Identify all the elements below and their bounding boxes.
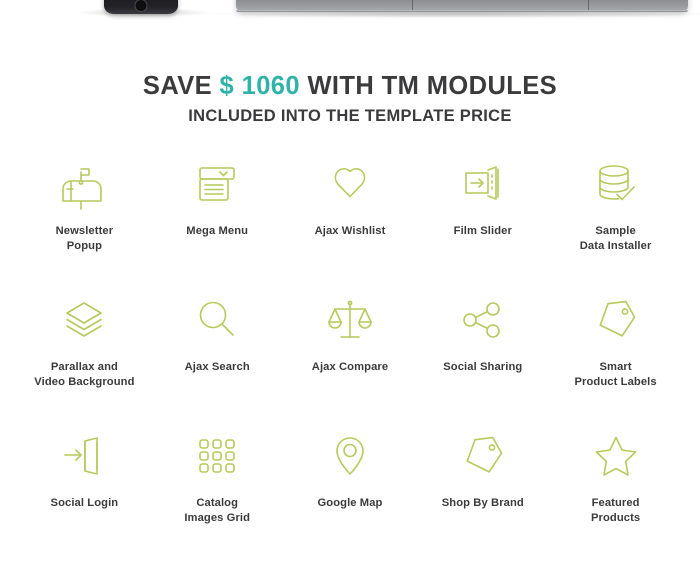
headline-prefix: SAVE xyxy=(142,72,220,100)
feature-item[interactable]: Smart Product Labels xyxy=(549,293,682,429)
feature-label: Ajax Search xyxy=(184,361,250,374)
feature-item[interactable]: Film Slider xyxy=(416,157,549,293)
feature-item[interactable]: Social Login xyxy=(18,429,151,565)
feature-label: Social Sharing xyxy=(443,361,523,374)
feature-item[interactable]: Mega Menu xyxy=(151,157,284,293)
modules-feature-grid: Newsletter Popup Mega Menu Ajax Wishlist Fi… xyxy=(0,157,700,565)
map-pin-icon xyxy=(323,429,377,483)
feature-item[interactable]: Ajax Compare xyxy=(284,293,417,429)
layers-icon xyxy=(57,293,111,347)
mailbox-icon xyxy=(57,157,111,211)
headline-price-accent: $ 1060 xyxy=(219,72,300,100)
promo-heading-block: SAVE $ 1060 WITH TM MODULES INCLUDED INT… xyxy=(0,72,700,126)
feature-item[interactable]: Parallax and Video Background xyxy=(18,293,151,429)
tablet-edge-highlight xyxy=(236,10,688,12)
share-nodes-icon xyxy=(456,293,510,347)
star-icon xyxy=(589,429,643,483)
feature-item[interactable]: Ajax Wishlist xyxy=(284,157,417,293)
headline-suffix: WITH TM MODULES xyxy=(299,72,558,100)
device-showcase-strip xyxy=(0,0,700,46)
feature-label: Featured Products xyxy=(590,497,641,524)
feature-label: Sample Data Installer xyxy=(579,225,652,252)
grid-squares-icon xyxy=(190,429,244,483)
login-door-icon xyxy=(57,429,111,483)
smartphone-bottom-edge xyxy=(104,0,178,14)
tag-icon xyxy=(456,429,510,483)
feature-label: Shop By Brand xyxy=(441,497,524,510)
feature-label: Smart Product Labels xyxy=(574,361,657,388)
feature-label: Newsletter Popup xyxy=(55,225,114,252)
slider-arrow-icon xyxy=(456,157,510,211)
feature-item[interactable]: Social Sharing xyxy=(416,293,549,429)
tablet-bottom-edge xyxy=(236,0,688,12)
feature-item[interactable]: Catalog Images Grid xyxy=(151,429,284,565)
feature-item[interactable]: Shop By Brand xyxy=(416,429,549,565)
feature-item[interactable]: Google Map xyxy=(284,429,417,565)
page-title: SAVE $ 1060 WITH TM MODULES xyxy=(0,72,700,100)
feature-item[interactable]: Newsletter Popup xyxy=(18,157,151,293)
feature-label: Parallax and Video Background xyxy=(34,361,135,388)
feature-item[interactable]: Sample Data Installer xyxy=(549,157,682,293)
feature-label: Ajax Compare xyxy=(311,361,389,374)
feature-label: Catalog Images Grid xyxy=(184,497,251,524)
page-subtitle: INCLUDED INTO THE TEMPLATE PRICE xyxy=(188,107,512,126)
balance-scales-icon xyxy=(323,293,377,347)
magnifier-icon xyxy=(190,293,244,347)
feature-label: Film Slider xyxy=(453,225,512,238)
feature-item[interactable]: Featured Products xyxy=(549,429,682,565)
database-check-icon xyxy=(589,157,643,211)
feature-label: Ajax Wishlist xyxy=(314,225,386,238)
feature-label: Google Map xyxy=(317,497,383,510)
feature-label: Mega Menu xyxy=(186,225,249,238)
phone-home-button-icon xyxy=(134,0,148,12)
price-tag-icon xyxy=(589,293,643,347)
heart-icon xyxy=(323,157,377,211)
dropdown-menu-icon xyxy=(190,157,244,211)
feature-label: Social Login xyxy=(50,497,119,510)
feature-item[interactable]: Ajax Search xyxy=(151,293,284,429)
